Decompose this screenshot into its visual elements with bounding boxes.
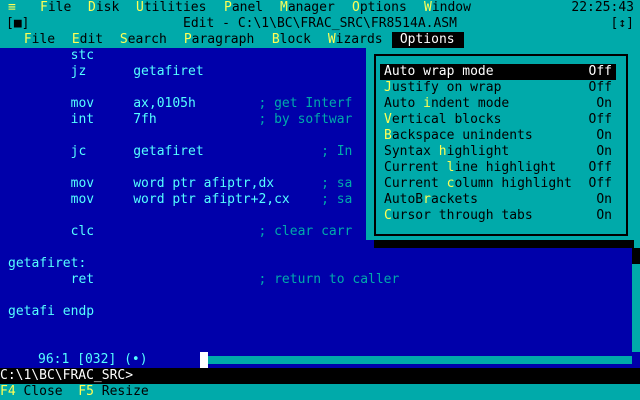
command-prompt[interactable]: C:\1\BC\FRAC_SRC>: [0, 368, 640, 384]
option-auto-wrap-mode[interactable]: Auto wrap mode Off: [380, 64, 616, 80]
editor-menu-paragraph[interactable]: Paragraph: [176, 32, 264, 48]
f4-close-button[interactable]: F4 Close: [0, 384, 63, 399]
menu-manager[interactable]: Manager: [280, 0, 335, 16]
editor-title-bar[interactable]: [■] Edit - C:\1\BC\FRAC_SRC\FR8514A.ASM …: [0, 16, 640, 32]
editor-menu-file[interactable]: File: [16, 32, 64, 48]
option-cursor-through-tabs[interactable]: Cursor through tabs On: [380, 208, 616, 224]
editor-menu-block[interactable]: Block: [264, 32, 320, 48]
f5-resize-button[interactable]: F5 Resize: [78, 384, 148, 399]
code-line: jz getafiret: [8, 64, 204, 79]
option-current-column-highlight[interactable]: Current column highlight Off: [380, 176, 616, 192]
menu-window[interactable]: Window: [424, 0, 471, 16]
option-vertical-blocks[interactable]: Vertical blocks Off: [380, 112, 616, 128]
dropdown-shadow: [374, 240, 634, 248]
code-line: stc: [8, 48, 95, 63]
menu-panel[interactable]: Panel: [224, 0, 263, 16]
horizontal-scrollbar[interactable]: [200, 356, 632, 364]
code-line: getafi endp: [8, 304, 95, 319]
menu-file[interactable]: File: [40, 0, 71, 16]
menu-utilities[interactable]: Utilities: [136, 0, 206, 16]
editor-status-line: 96:1 [032] (•): [0, 352, 640, 368]
code-line: mov ax,0105h ; get Interf: [8, 96, 353, 111]
menu-disk[interactable]: Disk: [88, 0, 119, 16]
editor-title: Edit - C:\1\BC\FRAC_SRC\FR8514A.ASM: [183, 16, 457, 31]
option-autobrackets[interactable]: AutoBrackets On: [380, 192, 616, 208]
option-auto-indent-mode[interactable]: Auto indent mode On: [380, 96, 616, 112]
code-line: jc getafiret ; In: [8, 144, 353, 159]
app-menu-bar: ≡ File Disk Utilities Panel Manager Opti…: [0, 0, 640, 16]
option-justify-on-wrap[interactable]: Justify on wrap Off: [380, 80, 616, 96]
code-line: getafiret:: [8, 256, 87, 271]
code-line: ret ; return to caller: [8, 272, 400, 287]
options-dropdown: Auto wrap mode Off Justify on wrap Off Aut…: [366, 48, 634, 240]
code-line: clc ; clear carr: [8, 224, 353, 239]
clock: 22:25:43: [571, 0, 634, 15]
option-backspace-unindents[interactable]: Backspace unindents On: [380, 128, 616, 144]
vertical-scroll-thumb[interactable]: [632, 248, 640, 264]
editor-menu-options[interactable]: Options: [392, 32, 464, 48]
menu-options[interactable]: Options: [352, 0, 407, 16]
editor-menu-edit[interactable]: Edit: [64, 32, 112, 48]
maximize-window-button[interactable]: [↕]: [611, 16, 634, 32]
option-current-line-highlight[interactable]: Current line highlight Off: [380, 160, 616, 176]
editor-menu-bar: File Edit Search Paragraph Block Wizards…: [0, 32, 640, 48]
code-line: mov word ptr afiptr,dx ; sa: [8, 176, 353, 191]
horizontal-scroll-thumb[interactable]: [200, 352, 208, 368]
system-menu-icon[interactable]: ≡: [8, 0, 16, 16]
function-key-bar: F4 Close F5 Resize: [0, 384, 640, 400]
editor-menu-wizards[interactable]: Wizards: [320, 32, 392, 48]
option-syntax-highlight[interactable]: Syntax highlight On: [380, 144, 616, 160]
cursor-position: 96:1 [032] (•): [38, 352, 148, 367]
editor-menu-search[interactable]: Search: [112, 32, 176, 48]
code-line: int 7fh ; by softwar: [8, 112, 353, 127]
code-line: mov word ptr afiptr+2,cx ; sa: [8, 192, 353, 207]
